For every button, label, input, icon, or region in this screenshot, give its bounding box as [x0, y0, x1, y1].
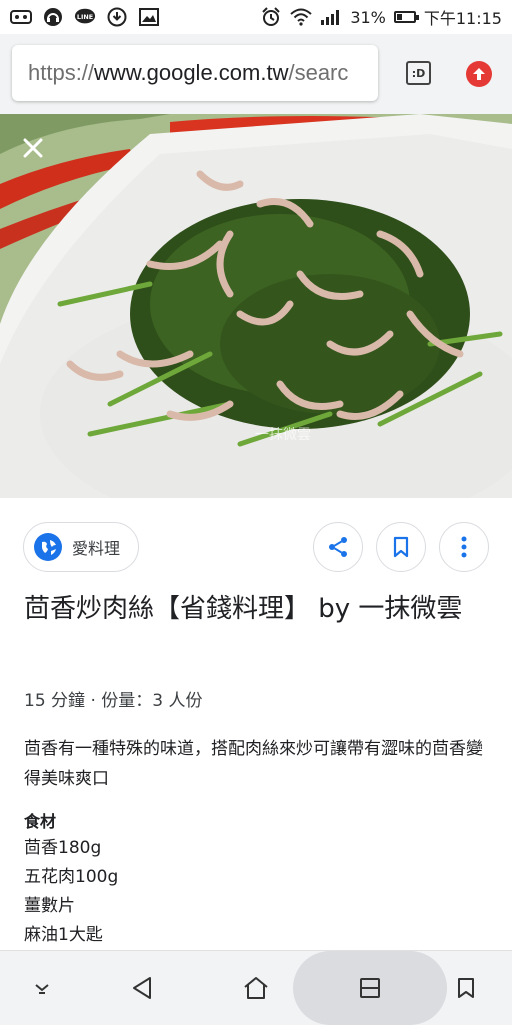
bookmark-outline-icon: [458, 978, 474, 998]
nav-collapse-button[interactable]: [22, 951, 62, 1025]
upload-button[interactable]: [466, 61, 492, 87]
recipe-meta: 15 分鐘 · 份量：3 人份: [24, 691, 203, 711]
status-bar: LINE 31% 下午11:15: [0, 0, 512, 34]
battery-percent: 31%: [350, 7, 386, 27]
ingredient-item: 五花肉100g: [24, 867, 119, 887]
nav-home-button[interactable]: [236, 951, 276, 1025]
headset-icon: [42, 8, 64, 26]
url-bar[interactable]: https://www.google.com.tw/searc: [12, 45, 378, 101]
bookmark-icon: [393, 536, 409, 558]
nav-bookmark-button[interactable]: [446, 951, 486, 1025]
system-navigation-bar: [0, 950, 512, 1025]
ingredient-item: 茴香180g: [24, 838, 102, 858]
globe-icon: [34, 533, 62, 561]
photo-watermark: 一抹微雲: [255, 427, 311, 443]
battery-icon: [393, 11, 419, 23]
status-left-icons: LINE: [0, 7, 160, 27]
ingredients-list: 茴香180g 五花肉100g 薑數片 麻油1大匙: [24, 834, 118, 950]
image-icon: [138, 8, 160, 26]
bookmark-button[interactable]: [376, 522, 426, 572]
recipe-description: 茴香有一種特殊的味道，搭配肉絲來炒可讓帶有澀味的茴香變得美味爽口: [24, 739, 483, 789]
ingredients-heading: 食材: [24, 812, 57, 831]
alarm-icon: [260, 7, 282, 26]
chevron-down-icon: [35, 984, 49, 994]
svg-text:LINE: LINE: [77, 13, 93, 21]
tab-switcher-button[interactable]: :D: [406, 61, 431, 85]
recipe-title: 茴香炒肉絲【省錢料理】 by 一抹微雲: [24, 594, 463, 624]
recents-icon: [360, 978, 380, 998]
source-chip[interactable]: 愛料理: [23, 522, 139, 572]
close-button[interactable]: [16, 131, 50, 165]
home-icon: [244, 977, 268, 999]
share-icon: [329, 537, 347, 557]
recipe-photo: 一抹微雲: [0, 114, 512, 498]
status-right-icons: 31% 下午11:15: [260, 5, 512, 29]
status-time: 下午11:15: [423, 9, 502, 28]
url-scheme: https://: [28, 60, 95, 85]
more-options-button[interactable]: [439, 522, 489, 572]
nav-recents-button[interactable]: [350, 951, 390, 1025]
source-name: 愛料理: [72, 539, 121, 558]
line-app-icon: LINE: [74, 8, 96, 26]
url-host: www.google.com.tw: [94, 60, 289, 85]
ingredient-item: 薑數片: [24, 896, 75, 916]
voicemail-icon: [10, 8, 32, 26]
nav-back-button[interactable]: [122, 951, 162, 1025]
signal-icon: [320, 8, 342, 26]
recipe-photo-illustration: 一抹微雲: [0, 114, 512, 498]
tab-switcher-label: :D: [411, 66, 426, 80]
url-path: /searc: [288, 60, 349, 85]
download-icon: [106, 7, 128, 27]
upload-arrow-icon: [473, 68, 485, 80]
ingredient-item: 麻油1大匙: [24, 925, 103, 945]
more-vert-icon: [461, 536, 467, 558]
wifi-icon: [290, 8, 312, 26]
browser-toolbar: https://www.google.com.tw/searc :D: [0, 34, 512, 114]
share-button[interactable]: [313, 522, 363, 572]
back-triangle-icon: [133, 977, 151, 999]
close-icon: [23, 138, 43, 158]
battery-level-fill: [396, 14, 402, 20]
